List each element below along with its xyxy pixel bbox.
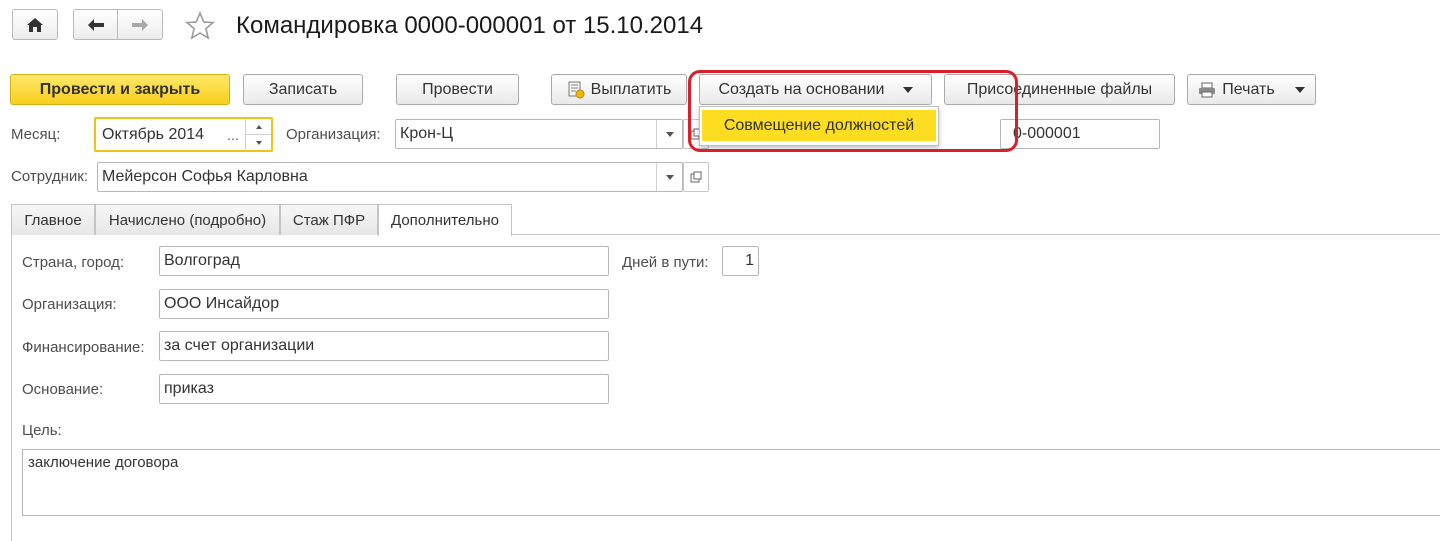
page-title: Командировка 0000-000001 от 15.10.2014 bbox=[236, 12, 704, 39]
days-on-road-value: 1 bbox=[745, 252, 754, 269]
days-on-road-label: Дней в пути: bbox=[622, 254, 709, 271]
month-field[interactable]: Октябрь 2014 ... bbox=[94, 117, 273, 152]
tab-pfr-seniority[interactable]: Стаж ПФР bbox=[280, 204, 378, 235]
home-button[interactable] bbox=[12, 9, 58, 40]
post-label: Провести bbox=[422, 80, 493, 98]
organization-dropdown-button[interactable] bbox=[656, 120, 682, 148]
financing-label: Финансирование: bbox=[22, 339, 145, 356]
country-city-value: Волгоград bbox=[164, 252, 240, 269]
chevron-down-icon bbox=[665, 174, 674, 180]
basis-label: Основание: bbox=[22, 381, 104, 398]
print-label: Печать bbox=[1222, 80, 1275, 98]
employee-value: Мейерсон Софья Карловна bbox=[102, 168, 308, 185]
print-button[interactable]: Печать bbox=[1187, 74, 1316, 105]
financing-field[interactable]: за счет организации bbox=[159, 331, 609, 361]
pay-document-icon bbox=[567, 81, 585, 99]
employee-open-button[interactable] bbox=[683, 162, 709, 192]
basis-value: приказ bbox=[164, 380, 214, 397]
document-number-field[interactable]: 0-000001 bbox=[1000, 119, 1160, 149]
month-spinner[interactable] bbox=[245, 119, 271, 150]
spin-down-icon[interactable] bbox=[246, 134, 271, 150]
organization-label: Организация: bbox=[286, 126, 381, 143]
purpose-label: Цель: bbox=[22, 422, 62, 439]
chevron-down-icon bbox=[1294, 86, 1305, 93]
basis-field[interactable]: приказ bbox=[159, 374, 609, 404]
save-button[interactable]: Записать bbox=[243, 74, 363, 105]
tab-main[interactable]: Главное bbox=[11, 204, 95, 235]
open-icon bbox=[690, 171, 702, 183]
forward-button[interactable] bbox=[117, 9, 163, 40]
purpose-textarea[interactable]: заключение договора bbox=[22, 449, 1440, 516]
tab-accrued-detailed[interactable]: Начислено (подробно) bbox=[95, 204, 280, 235]
tab-additional[interactable]: Дополнительно bbox=[378, 204, 512, 236]
employee-label: Сотрудник: bbox=[11, 168, 89, 185]
post-button[interactable]: Провести bbox=[396, 74, 519, 105]
organization-value: Крон-Ц bbox=[400, 125, 454, 142]
host-organization-value: ООО Инсайдор bbox=[164, 295, 280, 312]
days-on-road-field[interactable]: 1 bbox=[722, 246, 759, 276]
month-value: Октябрь 2014 bbox=[102, 125, 205, 143]
save-label: Записать bbox=[268, 80, 338, 98]
host-organization-field[interactable]: ООО Инсайдор bbox=[159, 289, 609, 319]
arrow-right-icon bbox=[132, 18, 148, 31]
favorite-star-icon[interactable] bbox=[184, 10, 216, 42]
host-organization-label: Организация: bbox=[22, 296, 117, 313]
pay-label: Выплатить bbox=[590, 80, 672, 98]
spin-up-icon[interactable] bbox=[246, 119, 271, 134]
pay-button[interactable]: Выплатить bbox=[551, 74, 687, 105]
financing-value: за счет организации bbox=[164, 337, 315, 354]
home-icon bbox=[27, 17, 43, 32]
arrow-left-icon bbox=[87, 18, 104, 31]
employee-field[interactable]: Мейерсон Софья Карловна bbox=[97, 162, 683, 192]
chevron-down-icon bbox=[665, 131, 674, 137]
back-button[interactable] bbox=[73, 9, 118, 40]
month-select-button[interactable]: ... bbox=[222, 119, 244, 150]
country-city-label: Страна, город: bbox=[22, 254, 125, 271]
post-and-close-button[interactable]: Провести и закрыть bbox=[10, 74, 230, 105]
printer-icon bbox=[1198, 82, 1216, 98]
employee-dropdown-button[interactable] bbox=[656, 163, 682, 191]
post-and-close-label: Провести и закрыть bbox=[39, 80, 201, 98]
organization-field[interactable]: Крон-Ц bbox=[395, 119, 683, 149]
annotation-highlight-frame bbox=[688, 70, 1018, 152]
country-city-field[interactable]: Волгоград bbox=[159, 246, 609, 276]
month-label: Месяц: bbox=[11, 126, 61, 143]
purpose-value: заключение договора bbox=[28, 454, 179, 471]
